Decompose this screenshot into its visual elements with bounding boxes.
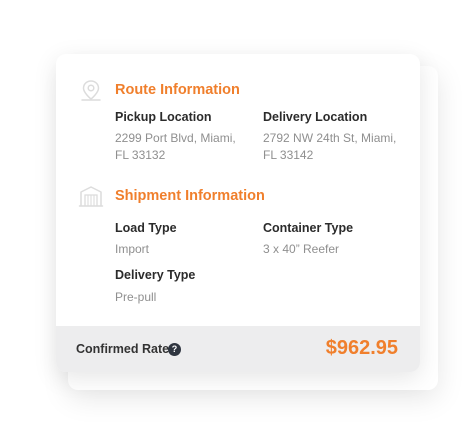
delivery-location-label: Delivery Location <box>263 110 368 124</box>
load-type-value: Import <box>115 242 150 256</box>
load-type-label: Load Type <box>115 221 177 235</box>
pickup-location-label: Pickup Location <box>115 110 212 124</box>
route-info-title: Route Information <box>115 82 240 98</box>
confirmed-rate-label: Confirmed Rate <box>76 342 170 356</box>
pickup-location-value: 2299 Port Blvd, Miami, FL 33132 <box>115 130 255 164</box>
delivery-address-line1: 2792 NW 24th St, Miami, <box>263 131 397 145</box>
warehouse-icon <box>78 186 104 207</box>
delivery-type-label: Delivery Type <box>115 268 196 282</box>
shipment-summary-card: Route Information Pickup Location 2299 P… <box>56 54 420 372</box>
container-type-label: Container Type <box>263 221 354 235</box>
container-type-value: 3 x 40” Reefer <box>263 242 340 256</box>
confirmed-rate-bar: Confirmed Rate ? $962.95 <box>56 326 420 372</box>
delivery-location-value: 2792 NW 24th St, Miami, FL 33142 <box>263 130 403 164</box>
delivery-type-value: Pre-pull <box>115 290 157 304</box>
confirmed-rate-amount: $962.95 <box>325 337 398 359</box>
shipment-info-title: Shipment Information <box>115 188 265 204</box>
delivery-address-line2: FL 33142 <box>263 148 314 162</box>
question-circle-icon[interactable]: ? <box>168 343 181 356</box>
pickup-address-line1: 2299 Port Blvd, Miami, <box>115 131 236 145</box>
pickup-address-line2: FL 33132 <box>115 148 166 162</box>
map-pin-icon <box>81 80 101 101</box>
